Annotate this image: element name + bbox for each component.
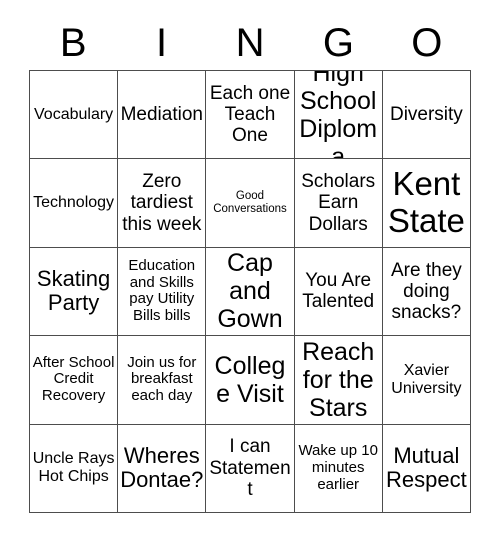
bingo-cell[interactable]: High School Diploma [294,71,383,160]
bingo-cell-label: Cap and Gown [217,249,283,334]
bingo-cell[interactable]: Good Conversations [206,159,295,248]
bingo-cell-label: Mutual Respect [386,442,467,493]
bingo-cell[interactable]: Wheres Dontae? [118,424,207,513]
bingo-cell[interactable]: Uncle Rays Hot Chips [30,424,119,513]
bingo-cell-label: Vocabulary [34,105,114,123]
bingo-cell-label: I can Statement [209,436,291,500]
bingo-cell[interactable]: Join us for breakfast each day [118,336,207,425]
bingo-cell-label: Mediation [120,104,203,126]
bingo-cell-label: Uncle Rays Hot Chips [32,450,115,486]
bingo-cell-label: College Visit [214,351,286,408]
bingo-cell[interactable]: Diversity [382,71,471,160]
bingo-cell-label: Reach for the Stars [302,337,375,422]
bingo-cell-label: Wheres Dontae? [120,442,204,493]
bingo-card: B I N G O Vocabulary Mediation Each one Te… [0,0,500,544]
bingo-cell[interactable]: I can Statement [206,424,295,513]
bingo-cell[interactable]: Vocabulary [30,71,119,160]
bingo-cell-label: Join us for breakfast each day [127,353,197,405]
bingo-cell[interactable]: Mutual Respect [382,424,471,513]
bingo-cell-label: Good Conversations [213,190,287,216]
bingo-cell[interactable]: Wake up 10 minutes earlier [294,424,383,513]
bingo-cell-label: Each one Teach One [209,82,291,147]
bingo-cell-label: Diversity [389,104,463,126]
bingo-cell[interactable]: Each one Teach One [206,71,295,160]
bingo-cell-label: Kent State [387,165,465,240]
bingo-cell[interactable]: You Are Talented [294,247,383,337]
bingo-cell[interactable]: Technology [30,159,119,248]
bingo-cell-label: High School Diploma [299,71,378,160]
bingo-cell-label: After School Credit Recovery [32,353,115,405]
bingo-header-letter-o: O [411,21,443,65]
bingo-cell-label: Technology [33,194,115,212]
bingo-header-row: B I N G O [29,16,471,70]
bingo-header-letter-b: B [59,21,87,65]
bingo-cell[interactable]: Cap and Gown [206,247,295,337]
bingo-cell[interactable]: Skating Party [30,247,119,337]
bingo-cell[interactable]: Kent State [382,159,471,248]
bingo-cell-label: Are they doing snacks? [391,259,462,324]
bingo-cell[interactable]: Mediation [118,71,207,160]
bingo-cell[interactable]: Scholars Earn Dollars [294,159,383,248]
bingo-cell[interactable]: After School Credit Recovery [30,336,119,425]
bingo-cell-label: Xavier University [391,361,462,397]
bingo-cell[interactable]: Reach for the Stars [294,336,383,425]
bingo-cell[interactable]: Are they doing snacks? [382,247,471,337]
bingo-cell-label: Education and Skills pay Utility Bills b… [128,256,196,325]
bingo-cell[interactable]: Zero tardiest this week [118,159,207,248]
bingo-cell[interactable]: Xavier University [382,336,471,425]
bingo-cell-label: Scholars Earn Dollars [301,171,376,235]
bingo-header-letter-i: I [156,21,168,65]
bingo-cell[interactable]: College Visit [206,336,295,425]
bingo-cell-label: You Are Talented [302,270,375,313]
bingo-header-letter-g: G [322,21,354,65]
bingo-cell-label: Zero tardiest this week [122,171,202,235]
bingo-grid: Vocabulary Mediation Each one Teach One Hig… [29,70,471,513]
bingo-header-letter-n: N [235,21,265,65]
bingo-cell[interactable]: Education and Skills pay Utility Bills b… [118,247,207,337]
bingo-cell-label: Wake up 10 minutes earlier [298,442,378,493]
bingo-cell-label: Skating Party [36,265,111,316]
